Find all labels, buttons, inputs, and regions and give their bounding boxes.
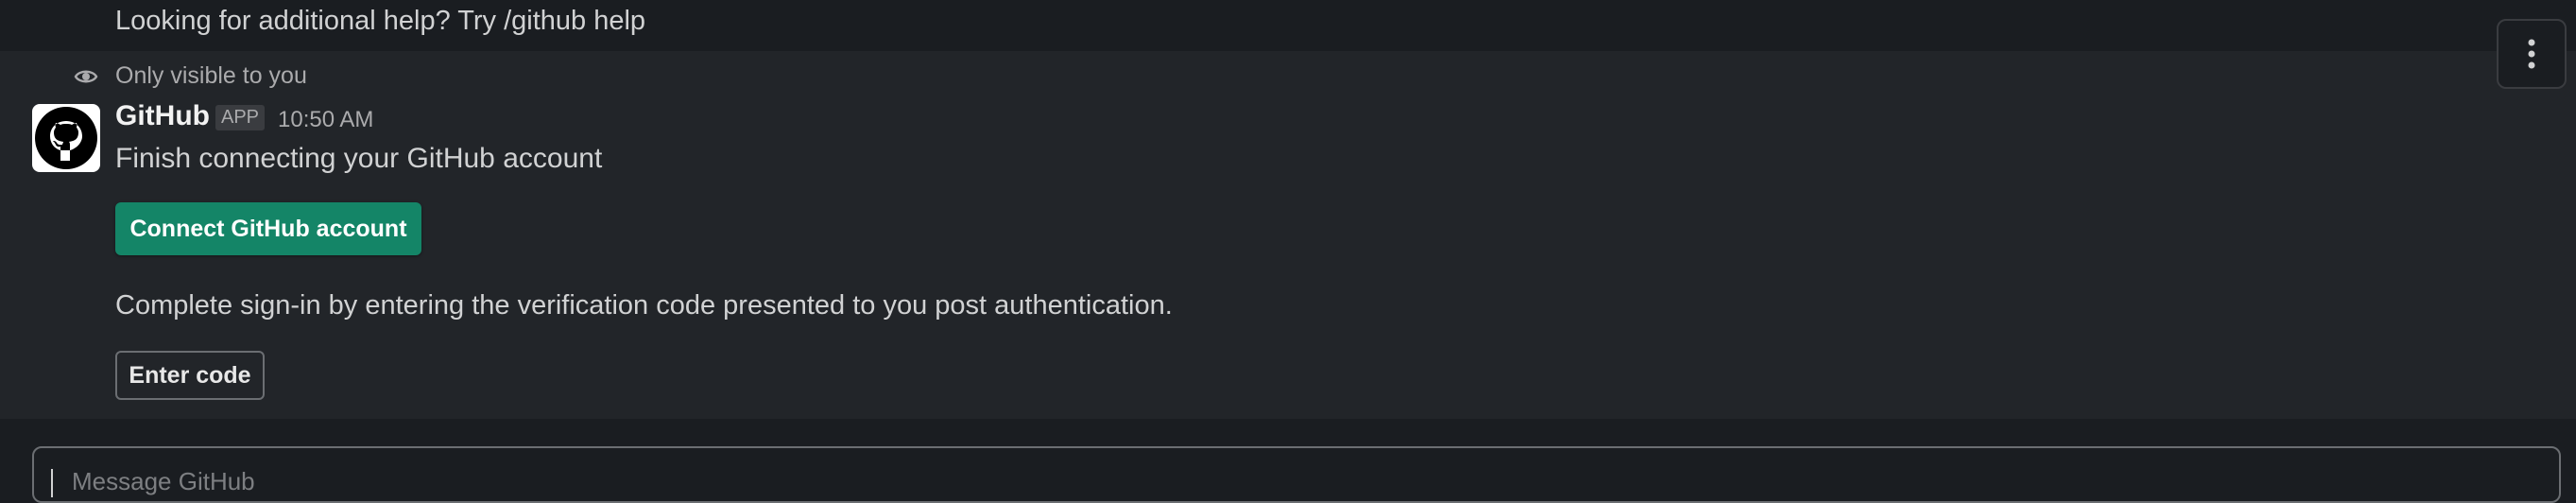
avatar[interactable] (32, 104, 100, 172)
message-composer[interactable]: Message GitHub (32, 446, 2561, 503)
eye-icon (74, 70, 98, 83)
message-text: Finish connecting your GitHub account (115, 143, 603, 174)
more-vertical-icon (2528, 39, 2535, 69)
github-octocat-icon (35, 107, 97, 169)
instruction-text: Complete sign-in by entering the verific… (115, 290, 1173, 321)
previous-message-text: Looking for additional help? Try /github… (115, 6, 646, 36)
previous-message-row: Looking for additional help? Try /github… (0, 0, 2576, 51)
more-actions-button[interactable] (2497, 19, 2567, 89)
only-visible-label: Only visible to you (115, 62, 307, 89)
connect-github-account-button[interactable]: Connect GitHub account (115, 202, 421, 255)
enter-code-button[interactable]: Enter code (115, 351, 265, 400)
composer-placeholder: Message GitHub (72, 467, 255, 495)
text-caret (51, 469, 53, 497)
message-timestamp[interactable]: 10:50 AM (278, 107, 373, 133)
sender-name[interactable]: GitHub (115, 100, 210, 132)
app-badge: APP (215, 105, 266, 130)
